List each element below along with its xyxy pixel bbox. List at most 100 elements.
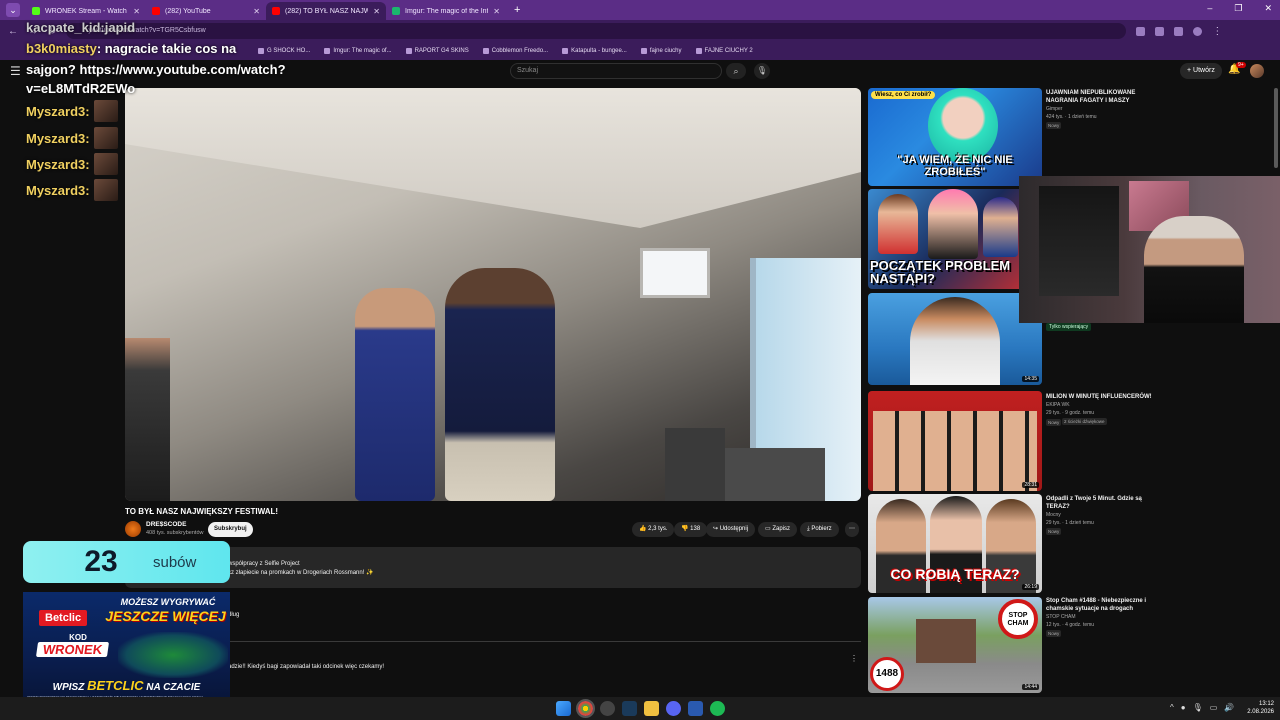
recommended-thumbnail[interactable]: POCZĄTEK PROBLEM NASTĄPI? [868, 189, 1042, 289]
recommended-channel[interactable]: Gimper [1046, 106, 1062, 112]
chat-username: Myszard3: [26, 156, 90, 172]
chevron-up-icon[interactable]: ^ [1170, 703, 1174, 712]
microphone-icon[interactable]: 🎙 [1193, 703, 1203, 712]
subscribe-button[interactable]: Subskrybuj [208, 522, 253, 537]
chat-emote-icon [93, 179, 118, 201]
recommended-meta: 12 tys. · 4 godz. temu [1046, 622, 1095, 628]
new-tab-button[interactable]: + [514, 4, 520, 16]
download-button[interactable]: ⤓ Pobierz [800, 522, 839, 537]
recommended-thumbnail[interactable]: 14:35 [868, 293, 1042, 385]
recommended-title[interactable]: Stop Cham #1488 - Niebezpieczne i chamsk… [1046, 597, 1156, 613]
youtube-favicon-icon [152, 7, 160, 15]
volume-icon[interactable]: 🔊 [1224, 703, 1234, 712]
close-window-icon[interactable]: ✕ [1264, 3, 1272, 14]
steam-icon[interactable] [622, 701, 637, 716]
new-badge: Nowy [1046, 419, 1062, 426]
close-tab-icon[interactable]: ✕ [373, 7, 380, 16]
chat-username: Myszard3: [26, 130, 90, 146]
hamburger-menu-icon[interactable]: ☰ [10, 64, 21, 78]
account-avatar[interactable] [1250, 64, 1264, 78]
page-scrollbar[interactable] [1274, 88, 1278, 168]
extension-icon[interactable] [1174, 26, 1184, 36]
description-box[interactable] [125, 547, 861, 588]
file-explorer-icon[interactable] [644, 701, 659, 716]
more-actions-icon[interactable]: ⋯ [845, 522, 859, 537]
tab-kick[interactable]: WRONEK Stream - Watch Live ✕ [26, 2, 146, 20]
video-duration: 26:19 [1022, 584, 1039, 590]
discord-icon[interactable] [666, 701, 681, 716]
tab-search-icon[interactable]: ⌄ [6, 3, 20, 17]
betclic-ad: Betclic MOŻESZ WYGRYWAĆ JESZCZE WIĘCEJ K… [23, 592, 230, 706]
bookmark-icon [258, 48, 264, 54]
create-button[interactable]: + Utwórz [1180, 63, 1222, 79]
profile-icon[interactable] [1193, 26, 1203, 36]
bookmark[interactable]: Cobblemon Freedo... [482, 48, 548, 54]
back-icon[interactable]: ← [8, 26, 18, 37]
search-input[interactable]: Szukaj [510, 63, 722, 79]
recommended-thumbnail[interactable]: CO ROBIĄ TERAZ? 26:19 [868, 494, 1042, 593]
recommended-thumbnail[interactable]: STOP CHAM 1488 14:44 [868, 597, 1042, 693]
recommended-channel[interactable]: EKIPA WK [1046, 402, 1070, 408]
start-menu-icon[interactable] [556, 701, 571, 716]
network-icon[interactable]: ▭ [1210, 703, 1218, 712]
video-frame-ceiling [125, 88, 861, 228]
bookmark[interactable]: Katapulta - bungee... [562, 48, 627, 54]
recommended-title[interactable]: MILION W MINUTĘ INFLUENCERÓW! [1046, 393, 1156, 401]
bookmark[interactable]: fajne ciuchy [640, 48, 682, 54]
windows-taskbar: ^ ● 🎙 ▭ 🔊 13:12 2.08.2026 [0, 697, 1280, 720]
recommended-title[interactable]: UJAWNIAM NIEPUBLIKOWANE NAGRANIA FAGATY … [1046, 89, 1156, 105]
ad-cta-text: NA CZACIE [146, 682, 201, 693]
channel-name[interactable]: DRE$SCODE [146, 521, 186, 528]
recommended-channel[interactable]: Mocny [1046, 512, 1061, 518]
like-button[interactable]: 👍 2,3 tys. [632, 522, 675, 537]
comment-text: adzie!! Kiedyś bagi zapowiadał taki odci… [228, 664, 385, 670]
app-icon[interactable] [688, 701, 703, 716]
recommended-channel[interactable]: STOP CHAM [1046, 614, 1076, 620]
bookmark[interactable]: RAPORT G4 SKINS [405, 48, 469, 54]
discord-tray-icon[interactable]: ● [1181, 703, 1186, 712]
microphone-icon[interactable]: 🎙 [754, 63, 770, 79]
spotify-icon[interactable] [710, 701, 725, 716]
recommended-thumbnail[interactable]: Wiesz, co Ci zrobił? "JA WIEM, ŻE NIC NI… [868, 88, 1042, 186]
maximize-icon[interactable]: ❐ [1234, 3, 1242, 14]
extension-icon[interactable] [1155, 26, 1165, 36]
extension-icon[interactable] [1136, 26, 1146, 36]
clock[interactable]: 13:12 2.08.2026 [1244, 700, 1274, 716]
close-tab-icon[interactable]: ✕ [133, 7, 140, 16]
video-duration: 14:35 [1022, 376, 1039, 382]
bookmark-icon [482, 48, 489, 54]
tab-title: WRONEK Stream - Watch Live [45, 7, 128, 15]
tab-imgur[interactable]: Imgur: The magic of the Interne ✕ [386, 2, 506, 20]
bookmark[interactable]: Imgur: The magic of... [324, 48, 392, 54]
ad-globe-graphic [118, 632, 228, 678]
minimize-icon[interactable]: – [1207, 3, 1212, 14]
close-tab-icon[interactable]: ✕ [253, 7, 260, 16]
share-button[interactable]: ↪ Udostępnij [706, 522, 756, 537]
bookmark-icon [405, 48, 412, 54]
channel-avatar[interactable] [125, 521, 141, 537]
comment-menu-icon[interactable]: ⋮ [850, 654, 858, 663]
tab-video[interactable]: (282) TO BYŁ NASZ NAJWIĘKSZ ✕ [266, 2, 386, 20]
url-input[interactable]: youtube.com/watch?v=TGR5Csbfusw [66, 23, 1127, 39]
tab-youtube[interactable]: (282) YouTube ✕ [146, 2, 266, 20]
dislike-count: 138 [690, 526, 701, 532]
search-icon[interactable]: ⌕ [726, 63, 746, 79]
video-player[interactable] [125, 88, 861, 501]
app-icon[interactable] [600, 701, 615, 716]
bookmark-label: RAPORT G4 SKINS [414, 48, 469, 54]
bookmark[interactable]: G SHOCK HO... [258, 48, 310, 54]
close-tab-icon[interactable]: ✕ [493, 7, 500, 16]
dislike-button[interactable]: 👎 138 [674, 522, 708, 537]
divider [125, 641, 861, 642]
bookmark-label: Katapulta - bungee... [571, 48, 627, 54]
new-badge: Nowy [1046, 528, 1062, 535]
recommended-thumbnail[interactable]: 28:31 [868, 391, 1042, 491]
chrome-icon[interactable] [576, 699, 595, 718]
bookmark[interactable]: FAJNE CIUCHY 2 [695, 48, 753, 54]
browser-menu-icon[interactable]: ⋮ [1212, 26, 1222, 37]
video-duration: 28:31 [1022, 482, 1039, 488]
ad-brand-logo: Betclic [39, 610, 88, 626]
recommended-title[interactable]: Odpadli z Twoje 5 Minut. Gdzie są TERAZ? [1046, 495, 1156, 511]
save-button[interactable]: ▭ Zapisz [758, 522, 798, 537]
video-frame-box [725, 448, 825, 501]
